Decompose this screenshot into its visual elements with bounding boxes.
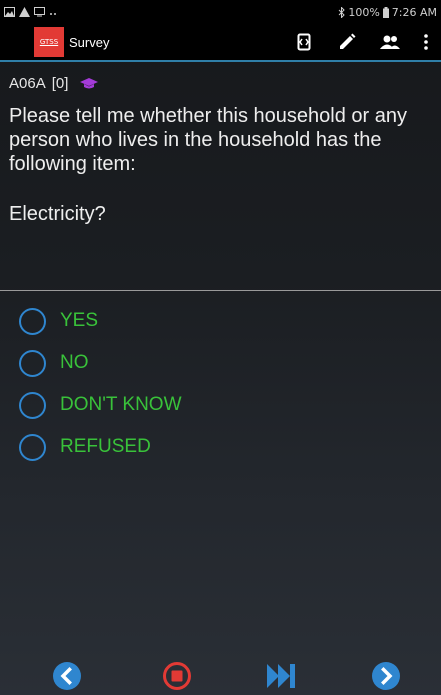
next-button[interactable] [370, 660, 402, 692]
logo-text: GTSS [39, 38, 59, 46]
overflow-menu-button[interactable] [411, 23, 441, 61]
edit-button[interactable] [325, 23, 368, 61]
fast-forward-icon [267, 664, 295, 688]
survey-screen: 100% 7:26 AM GTSS Survey A06A [0] Please… [0, 0, 441, 695]
question-header: A06A [0] [9, 75, 99, 92]
graduation-cap-icon[interactable] [80, 77, 99, 90]
option-yes[interactable]: YES [0, 300, 441, 342]
question-code: A06A [9, 75, 46, 92]
option-dont-know[interactable]: DON'T KNOW [0, 384, 441, 426]
radio-button[interactable] [19, 349, 46, 377]
status-left [4, 7, 57, 17]
back-button[interactable] [51, 660, 83, 692]
overflow-menu-icon [424, 34, 428, 50]
app-bar-actions [282, 23, 441, 61]
image-icon [4, 7, 15, 17]
stop-icon [163, 662, 191, 690]
battery-percent: 100% [348, 5, 380, 19]
question-text: Please tell me whether this household or… [9, 105, 408, 175]
people-button[interactable] [368, 23, 411, 61]
screen-rotate-button[interactable] [282, 23, 325, 61]
app-bar: GTSS Survey [0, 24, 441, 62]
divider [0, 290, 441, 291]
bluetooth-icon [338, 6, 346, 18]
clock: 7:26 AM [391, 5, 437, 19]
alert-icon [19, 7, 30, 17]
status-right: 100% 7:26 AM [338, 6, 437, 19]
more-icon [50, 13, 56, 15]
option-label[interactable]: YES [60, 310, 98, 332]
pencil-icon [339, 33, 355, 49]
option-label[interactable]: NO [60, 352, 89, 374]
bottom-navigation [0, 660, 441, 695]
fast-forward-button[interactable] [266, 660, 298, 692]
status-bar: 100% 7:26 AM [0, 0, 441, 24]
battery-icon [382, 6, 389, 18]
back-icon [53, 662, 81, 690]
people-icon [379, 35, 400, 49]
radio-button[interactable] [19, 391, 46, 419]
radio-button[interactable] [19, 433, 46, 461]
option-label[interactable]: DON'T KNOW [60, 394, 182, 416]
app-logo: GTSS [34, 27, 64, 57]
option-refused[interactable]: REFUSED [0, 426, 441, 468]
answer-options: YES NO DON'T KNOW REFUSED [0, 300, 441, 468]
app-title: Survey [69, 34, 110, 50]
radio-button[interactable] [19, 307, 46, 335]
screen-rotate-icon [297, 33, 310, 51]
question-item: Electricity? [9, 203, 106, 225]
question-index: [0] [51, 75, 69, 92]
option-label[interactable]: REFUSED [60, 436, 151, 458]
screen-icon [34, 7, 45, 17]
next-icon [372, 662, 400, 690]
option-no[interactable]: NO [0, 342, 441, 384]
stop-button[interactable] [161, 660, 193, 692]
